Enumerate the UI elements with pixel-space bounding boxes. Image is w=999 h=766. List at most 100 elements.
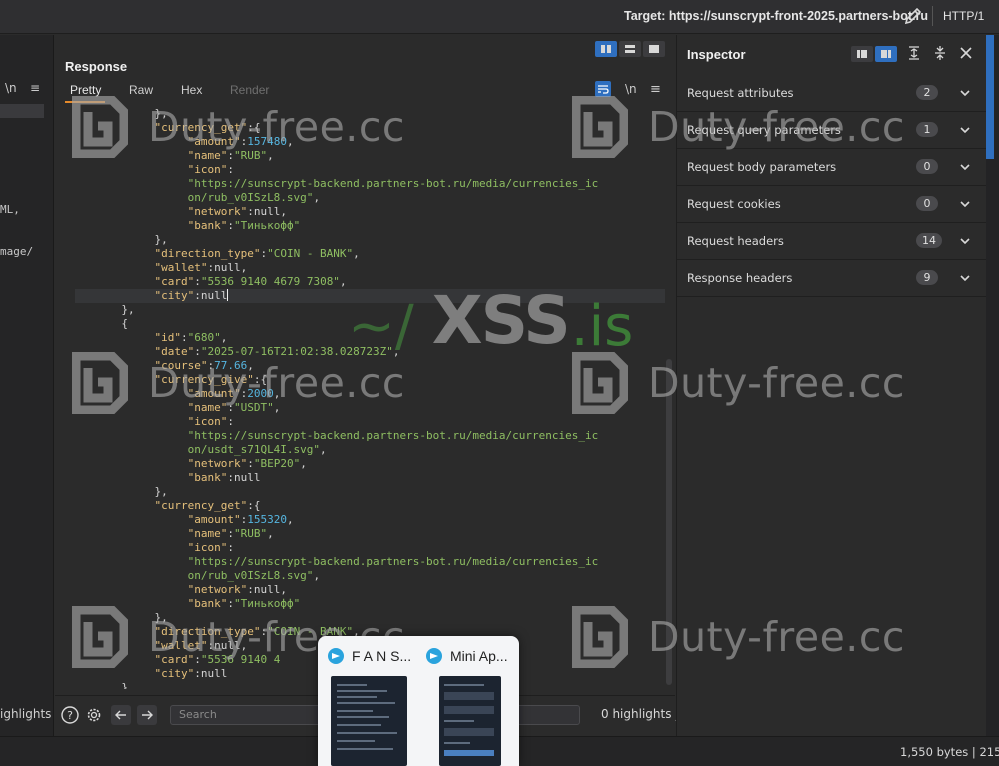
code-token: "network" — [187, 457, 248, 470]
inspector-list-view-icon[interactable] — [851, 46, 873, 62]
code-token: , — [313, 191, 321, 204]
collapse-all-icon[interactable] — [932, 45, 948, 61]
code-token: "name" — [187, 527, 228, 540]
code-token: , — [273, 401, 281, 414]
edit-target-icon[interactable] — [902, 5, 924, 27]
chevron-down-icon[interactable] — [958, 160, 972, 174]
vertical-scrollbar[interactable] — [665, 107, 673, 689]
code-token: :null — [194, 667, 228, 680]
response-body-editor[interactable]: }, "currency_get":{ "amount":157480, "na… — [75, 107, 665, 689]
code-token: 2000 — [247, 387, 274, 400]
tab-pretty[interactable]: Pretty — [70, 83, 101, 97]
chevron-down-icon[interactable] — [958, 271, 972, 285]
inspector-section-row[interactable]: Request headers 14 — [677, 223, 987, 260]
http-version-toggle[interactable]: HTTP/1 — [943, 9, 984, 23]
tab-raw[interactable]: Raw — [129, 83, 153, 97]
code-token: : — [227, 149, 234, 162]
previous-match-arrow-icon[interactable] — [111, 705, 131, 725]
code-token: "date" — [154, 345, 195, 358]
inspector-section-row[interactable]: Request body parameters 0 — [677, 149, 987, 186]
tab-render[interactable]: Render — [230, 83, 269, 97]
single-layout-icon[interactable] — [643, 41, 665, 57]
tab-hex[interactable]: Hex — [181, 83, 202, 97]
count-badge: 1 — [916, 122, 938, 137]
help-icon[interactable]: ? — [60, 705, 80, 725]
next-match-arrow-icon[interactable] — [137, 705, 157, 725]
code-token: , — [220, 331, 228, 344]
chevron-down-icon[interactable] — [958, 86, 972, 100]
count-badge: 9 — [916, 270, 938, 285]
code-token: :null — [227, 471, 261, 484]
search-placeholder: Search — [179, 708, 217, 721]
code-line: "currency_get":{ — [75, 499, 260, 513]
code-token: "bank" — [187, 471, 228, 484]
code-token: "RUB" — [233, 527, 268, 540]
code-token: :null, — [247, 205, 287, 218]
close-icon[interactable] — [958, 45, 974, 61]
code-token: , — [300, 457, 307, 470]
preview-window-miniapp[interactable]: Mini Ap... — [426, 646, 508, 666]
chevron-down-icon[interactable] — [958, 197, 972, 211]
settings-gear-icon[interactable] — [84, 705, 104, 725]
inspector-section-label: Response headers — [687, 271, 793, 285]
menu-icon[interactable]: ≡ — [650, 82, 661, 97]
code-line: "wallet":null, — [75, 639, 247, 653]
code-line: "card":"5536 9140 4679 7308", — [75, 275, 346, 289]
code-token: "direction_type" — [154, 625, 261, 638]
code-token: on/rub_v0ISzL8.svg" — [187, 191, 314, 204]
split-horizontal-layout-icon[interactable] — [595, 41, 617, 57]
code-token: , — [247, 359, 254, 372]
divider — [932, 6, 933, 26]
scrollbar-thumb[interactable] — [666, 359, 672, 685]
code-token: "icon" — [187, 163, 228, 176]
expand-all-icon[interactable] — [906, 45, 922, 61]
inspector-section-row[interactable]: Request query parameters 1 — [677, 112, 987, 149]
code-line: }, — [75, 233, 167, 247]
request-highlights-count: ighlights — [0, 707, 52, 721]
code-line: "icon": — [75, 541, 234, 555]
code-token: "USDT" — [233, 401, 274, 414]
code-line: "https://sunscrypt-backend.partners-bot.… — [75, 429, 599, 443]
inspector-section-label: Request query parameters — [687, 123, 841, 137]
code-token: "id" — [154, 331, 181, 344]
inspector-section-row[interactable]: Request cookies 0 — [677, 186, 987, 223]
code-line: "direction_type":"COIN - BANK", — [75, 247, 359, 261]
highlights-count: 0 highlights — [601, 707, 672, 721]
menu-icon[interactable]: ≡ — [30, 81, 40, 95]
code-token: }, — [75, 107, 168, 120]
code-line: on/rub_v0ISzL8.svg", — [75, 191, 320, 205]
preview-thumbnail[interactable] — [439, 676, 501, 766]
code-token: : — [227, 163, 234, 176]
code-line: "id":"680", — [75, 331, 227, 345]
preview-window-title: Mini Ap... — [450, 648, 508, 664]
code-token: "wallet" — [154, 639, 208, 652]
code-line: "network":"BEP20", — [75, 457, 307, 471]
newline-toggle[interactable]: \n — [5, 81, 17, 95]
word-wrap-icon[interactable] — [595, 81, 611, 97]
panel-title: Response — [65, 59, 128, 74]
response-tabs: Pretty Raw Hex Render — [55, 83, 675, 103]
target-url[interactable]: Target: https://sunscrypt-front-2025.par… — [624, 9, 928, 23]
inspector-section-row[interactable]: Response headers 9 — [677, 260, 987, 297]
code-token: : — [227, 219, 234, 232]
right-edge-panel — [986, 35, 999, 736]
right-scroll-indicator[interactable] — [986, 35, 994, 159]
chevron-down-icon[interactable] — [958, 123, 972, 137]
newline-toggle[interactable]: \n — [625, 82, 637, 96]
preview-window-fans[interactable]: F A N S... — [328, 646, 411, 666]
preview-thumbnail[interactable] — [331, 676, 407, 766]
inspector-panel-view-icon[interactable] — [875, 46, 897, 62]
code-line: "bank":"Тинькофф" — [75, 219, 301, 233]
split-vertical-layout-icon[interactable] — [619, 41, 641, 57]
inspector-section-row[interactable]: Request attributes 2 — [677, 75, 987, 112]
code-token: : — [194, 345, 201, 358]
code-line: "currency_give":{ — [75, 373, 267, 387]
chevron-down-icon[interactable] — [958, 234, 972, 248]
